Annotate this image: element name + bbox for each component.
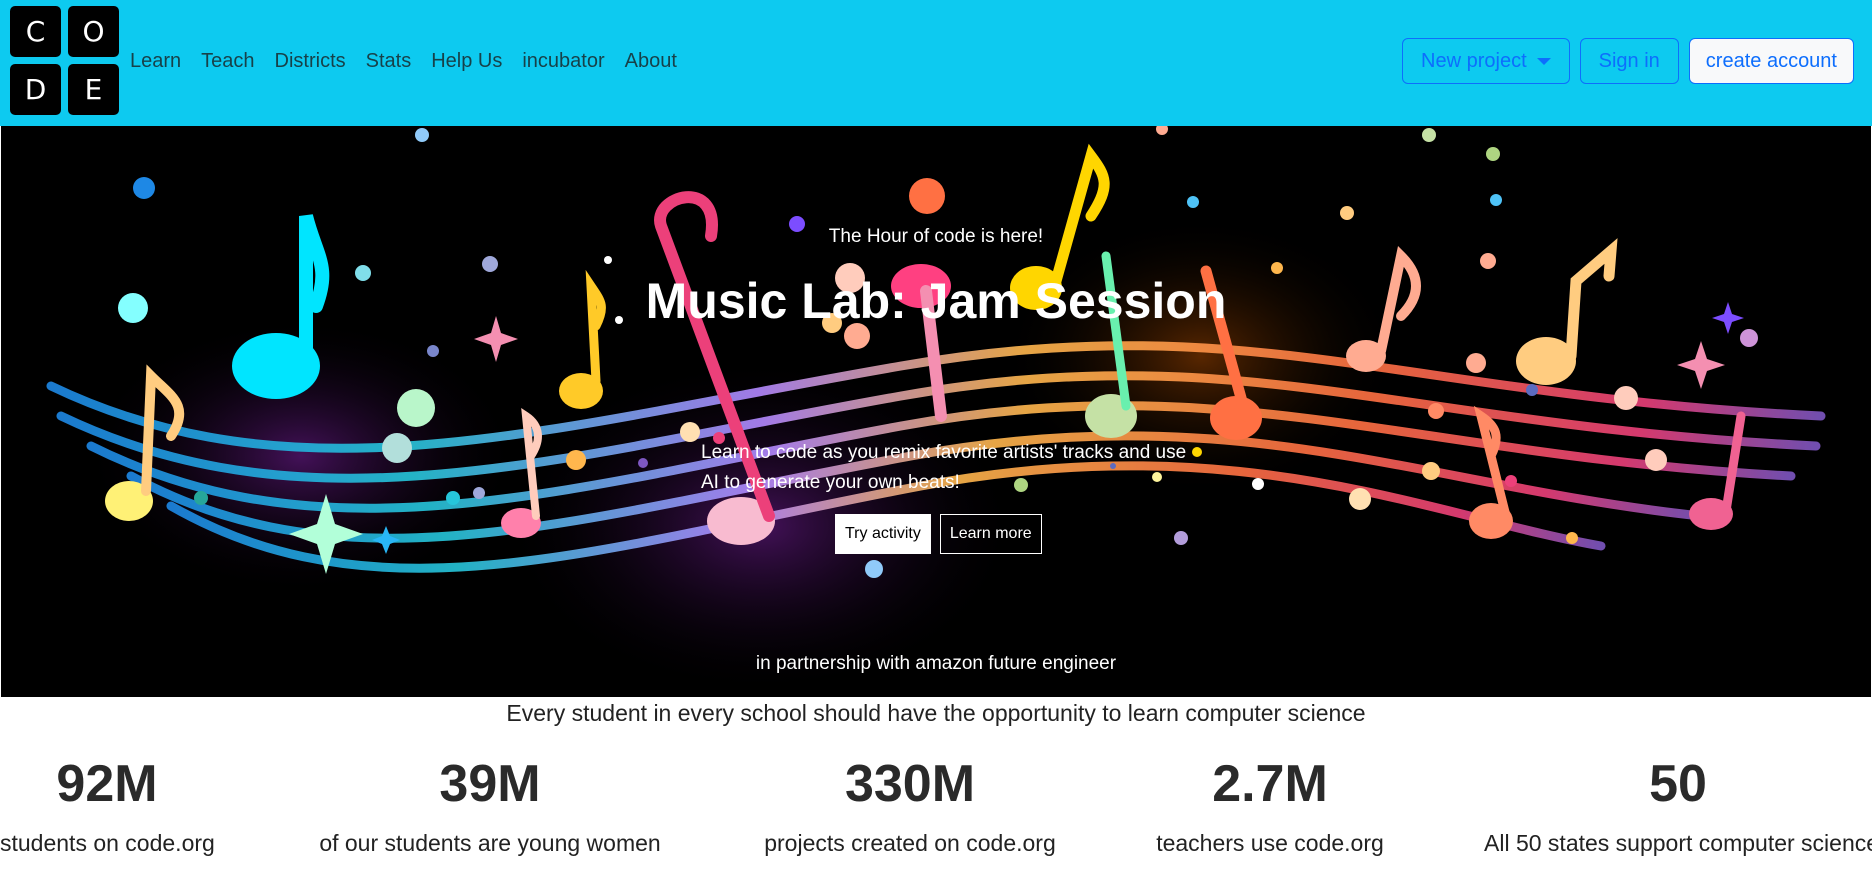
hero-banner: The Hour of code is here! Music Lab: Jam… (1, 126, 1871, 697)
stat-teachers: 2.7M teachers use code.org (1120, 752, 1420, 857)
create-account-button[interactable]: create account (1688, 38, 1854, 84)
stat-value: 2.7M (1212, 755, 1328, 813)
stat-label: teachers use code.org (1156, 830, 1384, 856)
stat-young-women: 39M of our students are young women (300, 752, 680, 857)
nav-links: Learn Teach Districts Stats Help Us incu… (130, 50, 687, 73)
try-activity-button[interactable]: Try activity (835, 514, 931, 554)
stat-states: 50 All 50 states support computer scienc… (1484, 752, 1872, 857)
stats-row: 92M students on code.org 39M of our stud… (0, 752, 1872, 870)
sign-in-button[interactable]: Sign in (1579, 38, 1679, 84)
hero-partner-text: in partnership with amazon future engine… (755, 653, 1117, 674)
hero-description: Learn to code as you remix favorite arti… (701, 442, 1187, 493)
stat-value: 330M (844, 755, 976, 813)
logo-letter: C (10, 6, 61, 57)
stat-label: projects created on code.org (764, 830, 1056, 856)
stat-value: 39M (439, 755, 541, 813)
nav-about[interactable]: About (615, 50, 687, 73)
stat-value: 92M (56, 755, 158, 813)
caret-down-icon (1536, 57, 1551, 65)
nav-teach[interactable]: Teach (191, 50, 264, 73)
hero-actions: Try activity Learn more (835, 514, 1042, 554)
stat-label: All 50 states support computer science (1484, 830, 1872, 856)
learn-more-button[interactable]: Learn more (939, 514, 1042, 554)
code-logo[interactable]: C O D E (10, 6, 122, 118)
new-project-label: New project (1421, 49, 1527, 72)
nav-learn[interactable]: Learn (130, 50, 191, 73)
hero-kicker: The Hour of code is here! (828, 226, 1044, 247)
nav-help-us[interactable]: Help Us (421, 50, 512, 73)
stat-label: students on code.org (0, 830, 215, 856)
nav-stats[interactable]: Stats (356, 50, 422, 73)
stat-value: 50 (1649, 755, 1707, 813)
nav-districts[interactable]: Districts (265, 50, 356, 73)
hero-title: Music Lab: Jam Session (645, 273, 1227, 329)
logo-letter: O (68, 6, 119, 57)
logo-letter: E (68, 64, 119, 115)
stat-students: 92M students on code.org (0, 752, 215, 857)
mission-tagline: Every student in every school should hav… (506, 700, 1366, 726)
logo-letter: D (10, 64, 61, 115)
new-project-dropdown[interactable]: New project (1402, 38, 1570, 84)
nav-incubator[interactable]: incubator (512, 50, 614, 73)
stat-projects: 330M projects created on code.org (740, 752, 1080, 857)
navbar: C O D E Learn Teach Districts Stats Help… (0, 0, 1872, 126)
stat-label: of our students are young women (319, 830, 661, 856)
hero-content: The Hour of code is here! Music Lab: Jam… (1, 126, 1871, 697)
nav-actions: New project Sign in create account (1402, 38, 1854, 84)
